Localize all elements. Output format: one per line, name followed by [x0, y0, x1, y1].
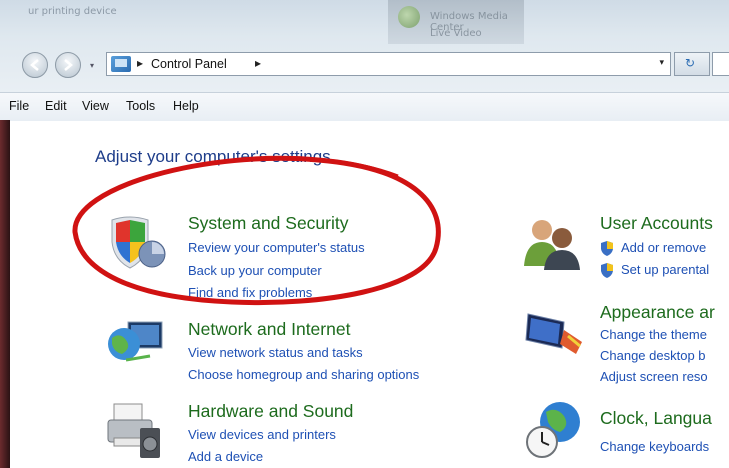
annotation-oval	[72, 155, 441, 306]
